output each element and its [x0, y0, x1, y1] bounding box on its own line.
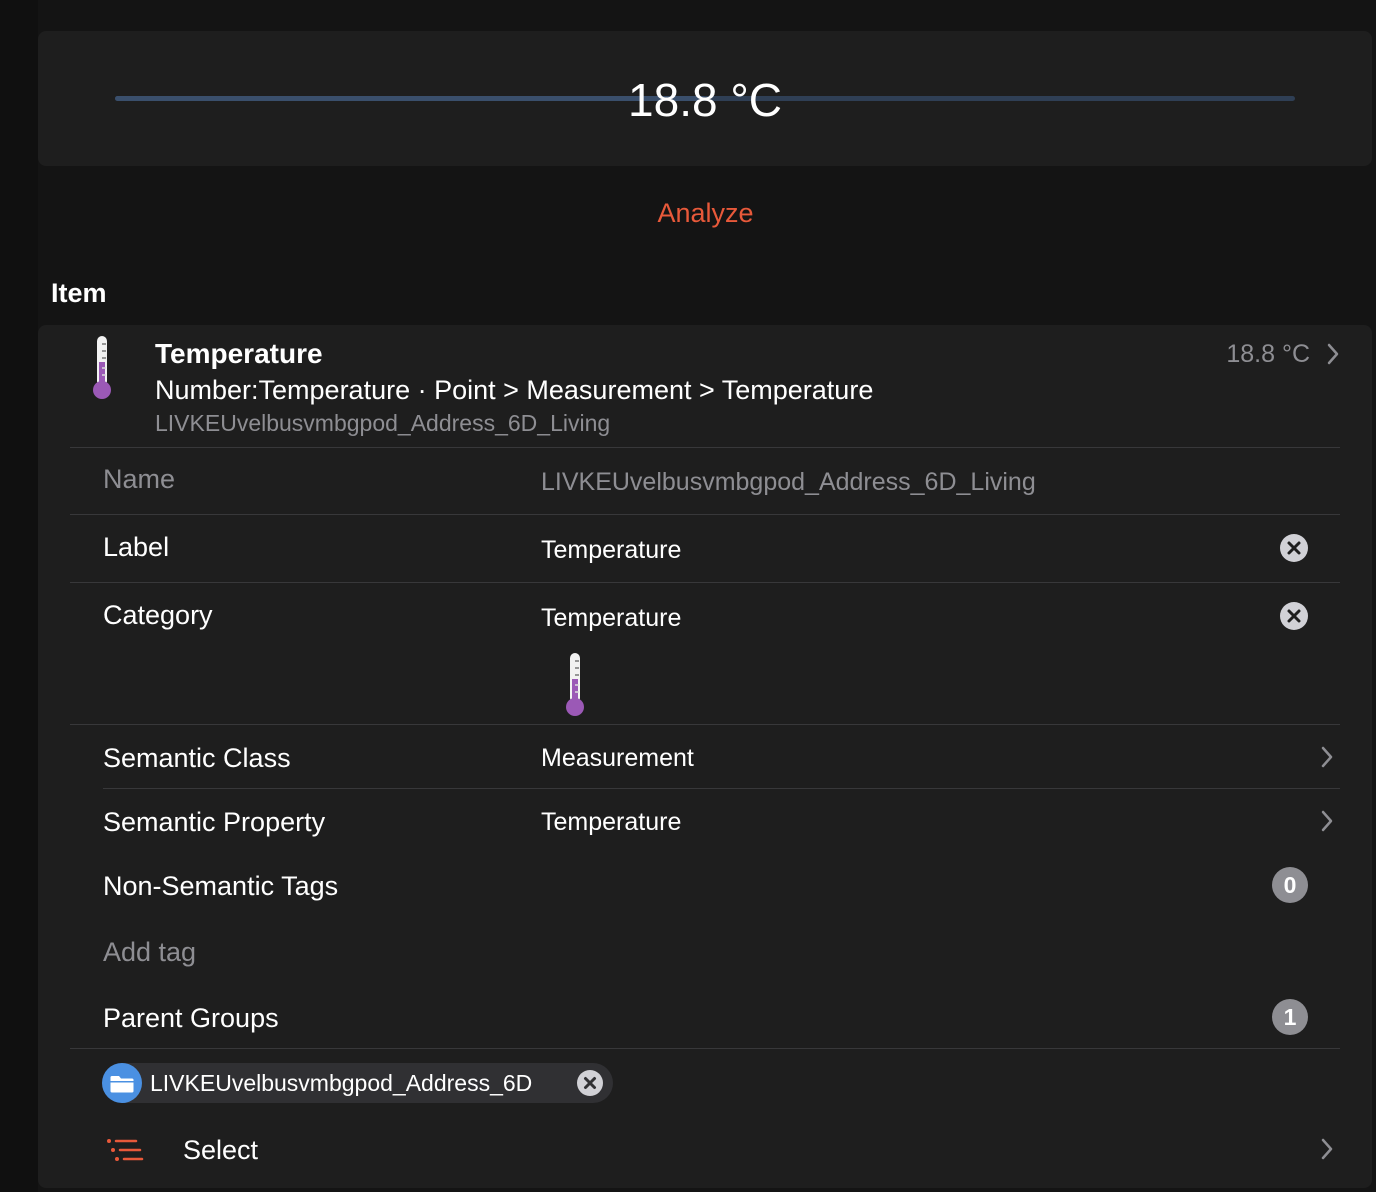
chevron-right-icon [1321, 746, 1333, 768]
parent-group-chip[interactable]: LIVKEUvelbusvmbgpod_Address_6D [102, 1063, 613, 1103]
divider [70, 447, 1340, 448]
semantic-class-label: Semantic Class [103, 743, 291, 773]
clear-label-icon[interactable] [1280, 534, 1308, 562]
parent-group-count-badge: 1 [1272, 999, 1308, 1035]
parent-group-chip-label: LIVKEUvelbusvmbgpod_Address_6D [150, 1070, 533, 1096]
add-tag-input[interactable]: Add tag [103, 937, 196, 968]
left-edge-strip [0, 0, 38, 1192]
chevron-right-icon [1321, 1138, 1333, 1160]
select-parent-groups-row[interactable]: Select [38, 1125, 1372, 1175]
list-icon [107, 1139, 144, 1161]
non-semantic-tags-label: Non-Semantic Tags [103, 871, 339, 901]
divider [70, 514, 1340, 515]
semantic-property-value: Temperature [541, 808, 682, 836]
name-row-label: Name [103, 464, 176, 494]
category-field[interactable]: Temperature [541, 604, 681, 633]
chevron-right-icon [1327, 343, 1339, 365]
tag-count-badge: 0 [1272, 867, 1308, 903]
slider-value-text: 18.8 °C [628, 74, 782, 126]
divider [70, 1048, 1340, 1049]
item-type-semantics: Number:Temperature · Point > Measurement… [155, 375, 874, 405]
remove-parent-group-icon[interactable] [577, 1070, 603, 1096]
select-label: Select [183, 1135, 259, 1165]
analyze-button[interactable]: Analyze [0, 198, 1376, 229]
semantic-class-value: Measurement [541, 744, 694, 772]
value-slider-card: 18.8 °C [38, 31, 1372, 166]
thermometer-icon [93, 336, 111, 399]
divider [70, 724, 1340, 725]
thermometer-icon [566, 653, 584, 716]
label-field[interactable]: Temperature [541, 536, 681, 565]
item-state: 18.8 °C [1226, 340, 1310, 368]
section-title-item: Item [51, 278, 107, 308]
divider [103, 788, 1340, 789]
folder-icon [102, 1063, 142, 1103]
category-row-label: Category [103, 600, 213, 630]
name-value: LIVKEUvelbusvmbgpod_Address_6D_Living [541, 468, 1036, 496]
item-title: Temperature [155, 338, 323, 369]
clear-category-icon[interactable] [1280, 602, 1308, 630]
item-card: Temperature Number:Temperature · Point >… [38, 325, 1372, 1188]
chevron-right-icon [1321, 810, 1333, 832]
item-name: LIVKEUvelbusvmbgpod_Address_6D_Living [155, 410, 611, 436]
divider [70, 582, 1340, 583]
label-row-label: Label [103, 532, 170, 562]
semantic-property-label: Semantic Property [103, 807, 326, 837]
parent-groups-label: Parent Groups [103, 1003, 279, 1033]
